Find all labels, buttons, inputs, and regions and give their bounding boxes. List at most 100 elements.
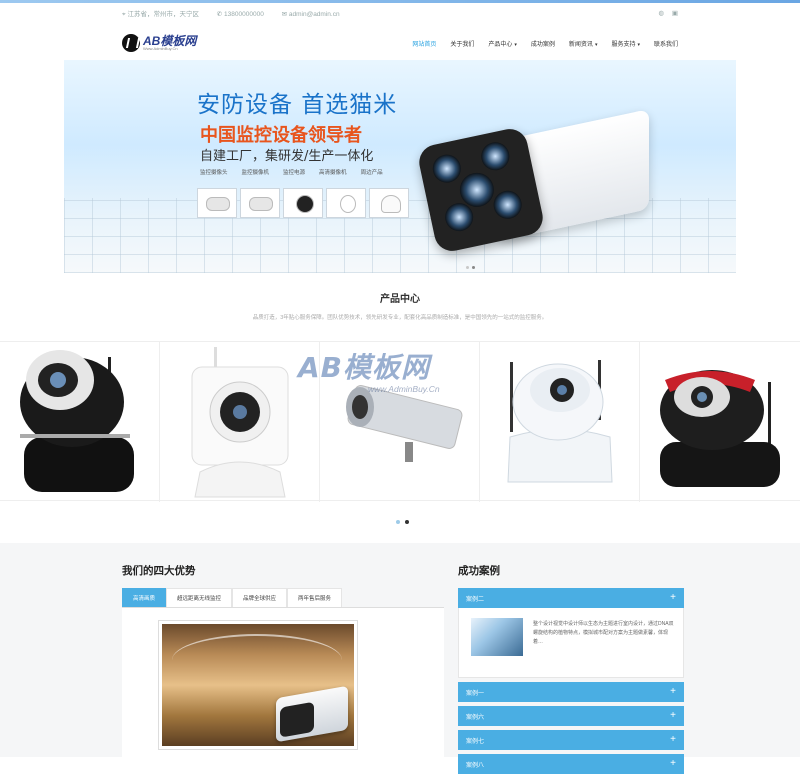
banner-headline: 安防设备 首选猫米 [197, 92, 398, 118]
banner-camera-image [404, 109, 649, 255]
tab-label: 高清画质 [133, 596, 156, 602]
chevron-down-icon: ▾ [514, 41, 517, 48]
carousel-dot-active[interactable] [405, 520, 409, 524]
hero-banner[interactable]: 安防设备 首选猫米 中国监控设备领导者 自建工厂，集研发/生产一体化 监控摄像头… [64, 60, 736, 273]
plus-icon: + [670, 710, 676, 721]
chevron-down-icon: ▾ [637, 41, 640, 48]
tab-after-sales[interactable]: 两年售后服务 [287, 588, 343, 607]
nav-item-label: 产品中心 [488, 41, 513, 48]
nav-menu: 网站首页 关于我们 产品中心 ▾ 成功案例 新闻资讯 ▾ 服务支持 ▾ 联系我们 [412, 35, 678, 52]
case-item-label: 案例二 [466, 596, 485, 603]
nav-item-service[interactable]: 服务支持 ▾ [611, 35, 640, 52]
banner-category: 高清摄像机 [319, 170, 347, 176]
weibo-icon[interactable]: ◍ [658, 10, 664, 17]
tab-global-supply[interactable]: 品牌全球供应 [232, 588, 288, 607]
camera-thumbnail [326, 188, 366, 218]
site-logo[interactable]: AB模板网 Www.AdminBuy.Cn [122, 34, 196, 52]
location-info: ⌖ 江苏省，常州市，天宁区 [122, 10, 199, 18]
product-card[interactable] [640, 342, 800, 502]
top-info-bar: ⌖ 江苏省，常州市，天宁区 ✆ 13800000000 ✉ admin@admi… [0, 3, 800, 23]
plus-icon: + [670, 758, 676, 769]
product-carousel [0, 341, 800, 502]
nav-item-label: 新闻资讯 [568, 41, 593, 48]
banner-subheadline: 中国监控设备领导者 [200, 125, 362, 146]
carousel-pagination [396, 520, 409, 524]
camera-thumbnail [369, 188, 409, 218]
banner-dot-active[interactable] [472, 266, 475, 269]
nav-item-label: 联系我们 [653, 41, 678, 48]
products-description: 品质打造，3年贴心服务保障。团队优势技术，领先研发专业，配套化高品质制造标准，是… [252, 315, 548, 321]
plus-icon: + [670, 592, 676, 603]
advantages-tab-panel [122, 608, 444, 768]
nav-item-label: 服务支持 [611, 41, 636, 48]
logo-mark-icon [122, 34, 140, 52]
products-header: 产品中心 品质打造，3年贴心服务保障。团队优势技术，领先研发专业，配套化高品质制… [0, 290, 800, 321]
bottom-section: 我们的四大优势 高清画质 超远距离无线监控 品牌全球供应 两年售后服务 成功案例… [0, 543, 800, 774]
phone-info: ✆ 13800000000 [216, 10, 264, 18]
advantages-panel: 我们的四大优势 高清画质 超远距离无线监控 品牌全球供应 两年售后服务 [122, 563, 444, 768]
case-item-content: 整个设计视觉中设计师以生态为主题进行室内设计，通过DNA双螺旋结构的植物特点，模… [458, 608, 684, 678]
case-item-label: 案例一 [466, 690, 485, 697]
location-text: 江苏省，常州市，天宁区 [127, 10, 199, 18]
carousel-dot[interactable] [396, 520, 400, 524]
product-card[interactable] [320, 342, 480, 502]
cases-title: 成功案例 [458, 565, 500, 577]
plus-icon: + [670, 686, 676, 697]
case-summary: 整个设计视觉中设计师以生态为主题进行室内设计，通过DNA双螺旋结构的植物特点，模… [533, 621, 674, 645]
case-item[interactable]: 案例八 + [458, 754, 684, 774]
nav-item-news[interactable]: 新闻资讯 ▾ [569, 35, 598, 52]
ptz-camera-red-image [660, 370, 780, 487]
case-item-label: 案例七 [466, 738, 485, 745]
camera-thumbnail [197, 188, 237, 218]
main-navigation: AB模板网 Www.AdminBuy.Cn 网站首页 关于我们 产品中心 ▾ 成功… [0, 23, 800, 63]
camera-thumbnail [240, 188, 280, 218]
email-info[interactable]: ✉ admin@admin.cn [282, 11, 348, 18]
camera-thumbnail [283, 188, 323, 218]
cases-panel: 成功案例 案例二 + 整个设计视觉中设计师以生态为主题进行室内设计，通过DNA双… [458, 563, 684, 774]
case-item[interactable]: 案例六 + [458, 706, 684, 726]
case-item-label: 案例八 [466, 762, 485, 769]
ptz-camera-white-image [507, 360, 613, 483]
advantages-tabs: 高清画质 超远距离无线监控 品牌全球供应 两年售后服务 [122, 588, 444, 608]
banner-category: 监控摄像机 [241, 170, 270, 176]
banner-category: 监控电源 [283, 170, 306, 176]
phone-text: 13800000000 [224, 10, 264, 18]
cube-camera-white-image [191, 347, 289, 498]
wechat-icon[interactable]: ▣ [672, 10, 678, 17]
nav-item-label: 关于我们 [450, 41, 475, 48]
nav-item-contact[interactable]: 联系我们 [654, 35, 678, 52]
case-item-label: 案例六 [466, 714, 485, 721]
banner-thumbnails [197, 188, 409, 218]
case-thumbnail[interactable] [471, 618, 523, 656]
nav-item-label: 网站首页 [412, 41, 437, 48]
plus-icon: + [670, 734, 676, 745]
banner-dot[interactable] [466, 266, 469, 269]
advantages-title: 我们的四大优势 [122, 565, 196, 577]
bullet-camera-image [346, 385, 463, 462]
email-text[interactable]: admin@admin.cn [289, 11, 340, 18]
banner-pagination [466, 266, 475, 269]
tab-hd-quality[interactable]: 高清画质 [122, 588, 167, 607]
nav-item-about[interactable]: 关于我们 [450, 35, 474, 52]
product-card[interactable] [160, 342, 320, 502]
case-item-open[interactable]: 案例二 + [458, 588, 684, 608]
banner-tagline: 自建工厂，集研发/生产一体化 [200, 149, 374, 164]
nav-item-products[interactable]: 产品中心 ▾ [488, 35, 517, 52]
ptz-camera-black-image [20, 350, 134, 492]
banner-category: 监控摄像头 [200, 170, 228, 176]
advantage-photo [158, 620, 358, 750]
case-item[interactable]: 案例七 + [458, 730, 684, 750]
nav-item-home[interactable]: 网站首页 [412, 35, 436, 52]
banner-category: 周边产品 [360, 170, 383, 176]
tab-label: 品牌全球供应 [243, 596, 277, 602]
products-title: 产品中心 [380, 294, 420, 305]
banner-categories: 监控摄像头 监控摄像机 监控电源 高清摄像机 周边产品 [200, 168, 383, 176]
nav-item-cases[interactable]: 成功案例 [531, 35, 555, 52]
product-card[interactable] [480, 342, 640, 502]
case-item[interactable]: 案例一 + [458, 682, 684, 702]
tab-label: 两年售后服务 [298, 596, 332, 602]
chevron-down-icon: ▾ [594, 41, 598, 48]
product-card[interactable] [0, 342, 160, 502]
tab-label: 超远距离无线监控 [177, 596, 222, 602]
tab-long-range-wireless[interactable]: 超远距离无线监控 [166, 588, 233, 607]
